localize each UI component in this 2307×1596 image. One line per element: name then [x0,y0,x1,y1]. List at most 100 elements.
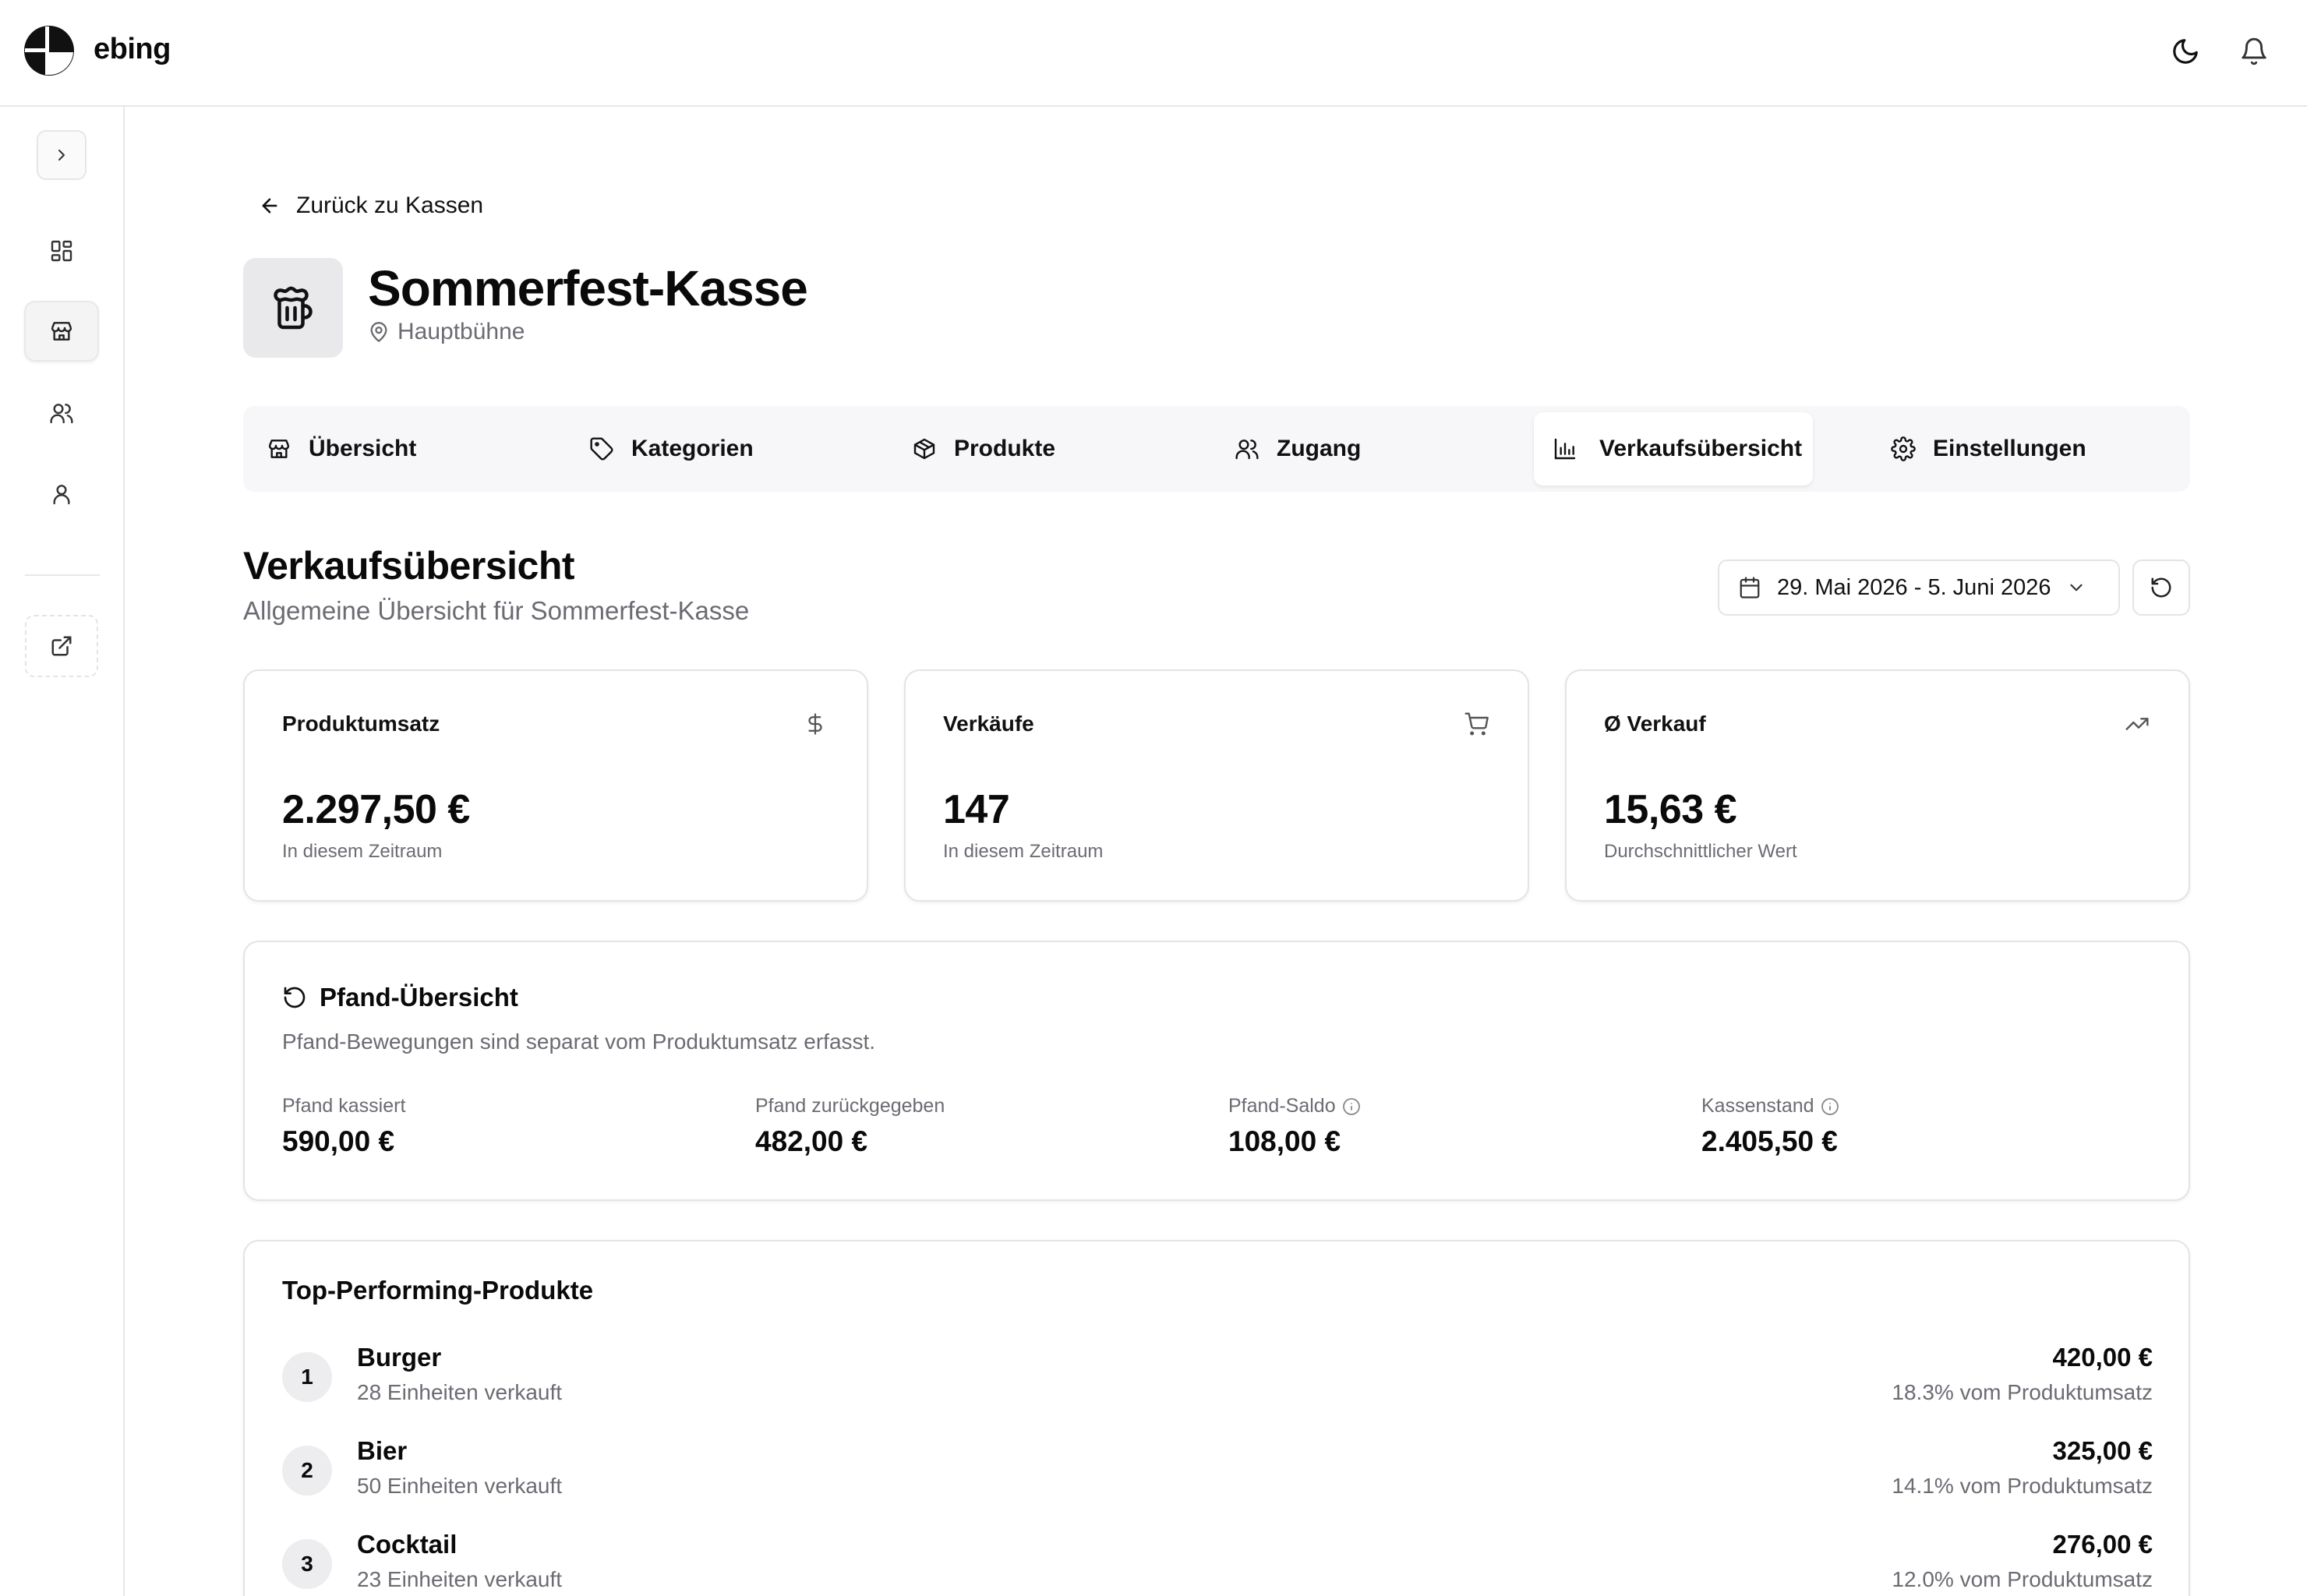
rank-badge: 3 [282,1539,332,1589]
date-range-picker[interactable]: 29. Mai 2026 - 5. Juni 2026 [1718,560,2120,616]
stat-note: In diesem Zeitraum [943,841,1104,862]
sidebar-item-registers[interactable] [24,301,99,362]
tab-categories[interactable]: Kategorien [566,406,889,492]
stat-label: Ø Verkauf [1604,711,1706,736]
external-link-button[interactable] [25,615,98,677]
cash-balance: Kassenstand 2.405,50 € [1701,1095,1839,1158]
info-icon[interactable] [1342,1097,1361,1116]
logo-icon[interactable] [23,25,75,76]
tab-label: Zugang [1277,436,1362,461]
sidebar-item-profile[interactable] [24,464,99,524]
pfand-title: Pfand-Übersicht [282,983,518,1012]
section-subtitle: Allgemeine Übersicht für Sommerfest-Kass… [243,596,750,625]
stat-card-average: Ø Verkauf 15,63 € Durchschnittlicher Wer… [1565,669,2190,902]
arrow-left-icon [262,198,277,214]
pfand-label: Kassenstand [1701,1095,1814,1117]
tab-bar: Übersicht Kategorien Produkte Zugang Ver… [243,406,2190,492]
pfand-overview-card: Pfand-Übersicht Pfand-Bewegungen sind se… [243,941,2190,1201]
trending-up-icon [2123,710,2151,738]
bar-chart-icon [1554,438,1576,460]
info-icon[interactable] [1821,1097,1839,1116]
stat-label: Verkäufe [943,711,1034,736]
refresh-icon [2151,577,2171,598]
cart-icon [1462,710,1490,738]
product-share: 14.1% vom Produktumsatz [1892,1474,2153,1498]
refresh-button[interactable] [2132,560,2190,616]
product-units: 50 Einheiten verkauft [357,1474,563,1498]
register-location: Hauptbühne [368,319,525,345]
list-item: 3 Cocktail 23 Einheiten verkauft 276,00 … [282,1530,2153,1596]
tab-settings[interactable]: Einstellungen [1813,406,2190,492]
stat-card-revenue: Produktumsatz 2.297,50 € In diesem Zeitr… [243,669,868,902]
users-icon [1235,440,1259,460]
section-title: Verkaufsübersicht [243,544,575,588]
pfand-label: Pfand zurückgegeben [755,1095,945,1117]
stat-card-sales: Verkäufe 147 In diesem Zeitraum [904,669,1529,902]
pfand-value: 482,00 € [755,1125,868,1157]
tab-label: Produkte [954,436,1056,461]
date-range-label: 29. Mai 2026 - 5. Juni 2026 [1777,574,2051,600]
pfand-label: Pfand-Saldo [1228,1095,1336,1117]
pfand-title-label: Pfand-Übersicht [320,983,518,1012]
pfand-collected: Pfand kassiert 590,00 € [282,1095,405,1158]
tag-icon [590,437,613,461]
tab-label: Einstellungen [1933,436,2086,461]
sidebar-item-dashboard[interactable] [24,221,99,281]
pfand-label: Pfand kassiert [282,1095,406,1117]
dollar-icon [801,710,829,738]
product-revenue: 420,00 € [2052,1343,2153,1372]
list-item: 2 Bier 50 Einheiten verkauft 325,00 € 14… [282,1436,2153,1514]
back-link-label: Zurück zu Kassen [296,192,484,218]
list-item: 1 Burger 28 Einheiten verkauft 420,00 € … [282,1343,2153,1421]
tab-sales-overview[interactable]: Verkaufsübersicht [1534,412,1813,486]
product-name: Burger [357,1343,442,1372]
tab-products[interactable]: Produkte [889,406,1211,492]
pfand-value: 2.405,50 € [1701,1125,1838,1157]
page-title: Sommerfest-Kasse [368,260,808,316]
pfand-returned: Pfand zurückgegeben 482,00 € [755,1095,945,1158]
tab-overview[interactable]: Übersicht [243,406,566,492]
tab-label: Kategorien [631,436,754,461]
product-name: Cocktail [357,1530,458,1559]
product-name: Bier [357,1436,408,1465]
location-label: Hauptbühne [397,319,525,344]
moon-icon[interactable] [2167,33,2204,70]
store-icon [268,440,290,458]
product-share: 18.3% vom Produktumsatz [1892,1380,2153,1404]
top-products-card: Top-Performing-Produkte 1 Burger 28 Einh… [243,1240,2190,1596]
top-bar: ebing [0,0,2307,107]
product-revenue: 325,00 € [2052,1436,2153,1465]
brand-name[interactable]: ebing [94,33,171,66]
beer-mug-icon [243,258,343,358]
chevron-down-icon [2070,584,2083,591]
bell-icon[interactable] [2235,33,2273,70]
rank-badge: 2 [282,1446,332,1495]
product-units: 23 Einheiten verkauft [357,1567,563,1591]
pfand-value: 590,00 € [282,1125,395,1157]
rotate-ccw-icon [284,987,306,1008]
stat-label: Produktumsatz [282,711,440,736]
stat-note: In diesem Zeitraum [282,841,443,862]
calendar-icon [1740,577,1760,598]
pfand-balance: Pfand-Saldo 108,00 € [1228,1095,1361,1158]
product-units: 28 Einheiten verkauft [357,1380,563,1404]
pfand-value: 108,00 € [1228,1125,1341,1157]
map-pin-icon [370,322,387,342]
sidebar [0,107,125,1596]
gear-icon [1891,436,1916,461]
stat-value: 147 [943,787,1010,832]
product-share: 12.0% vom Produktumsatz [1892,1567,2153,1591]
tab-label: Verkaufsübersicht [1599,436,1803,461]
stat-value: 15,63 € [1604,787,1737,832]
tab-access[interactable]: Zugang [1211,406,1534,492]
tab-label: Übersicht [309,436,417,461]
stat-value: 2.297,50 € [282,787,470,832]
sidebar-item-users[interactable] [24,383,99,443]
product-revenue: 276,00 € [2052,1530,2153,1559]
sidebar-divider [25,574,100,576]
top-products-title: Top-Performing-Produkte [282,1276,594,1305]
pfand-description: Pfand-Bewegungen sind separat vom Produk… [282,1029,876,1054]
back-link[interactable]: Zurück zu Kassen [259,192,483,219]
sidebar-expand-button[interactable] [37,130,87,180]
rank-badge: 1 [282,1352,332,1402]
